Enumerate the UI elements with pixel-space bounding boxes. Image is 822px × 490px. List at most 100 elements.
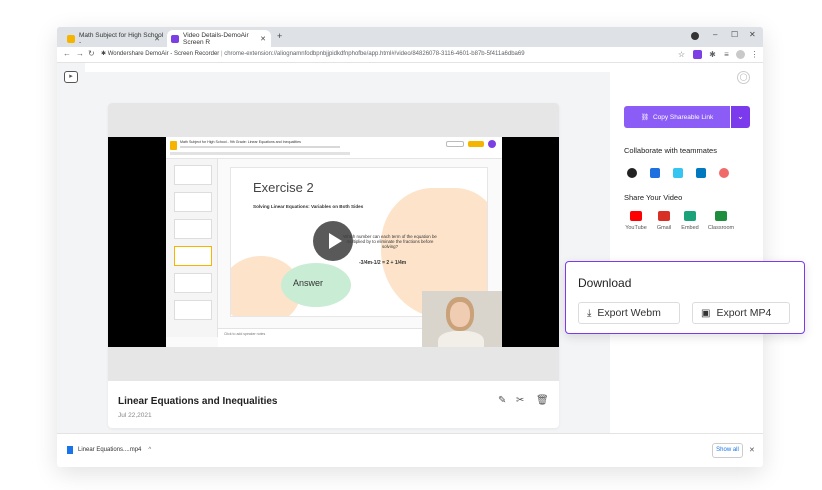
close-download-bar-icon[interactable]: ✕ [749, 446, 755, 454]
share-classroom[interactable]: Classroom [704, 211, 738, 231]
video-card: Math Subject for High School - 9th Grade… [108, 103, 559, 428]
trello-icon[interactable] [696, 168, 706, 178]
download-chevron-icon[interactable]: ^ [148, 447, 151, 453]
export-mp4-button[interactable]: ▣ Export MP4 [692, 302, 790, 324]
slide-subheading: Solving Linear Equations: Variables on B… [253, 204, 364, 209]
webcam-overlay [422, 291, 502, 347]
slack-icon[interactable] [673, 168, 683, 178]
site-icon: ✱ [101, 51, 108, 57]
bookmark-star-icon[interactable]: ☆ [677, 50, 686, 59]
edit-pencil-icon[interactable]: ✎ [498, 395, 506, 406]
thumbnail [174, 165, 212, 185]
jira-icon[interactable] [650, 168, 660, 178]
share-label: Embed [681, 225, 699, 231]
close-tab-icon[interactable]: ✕ [260, 35, 266, 43]
left-rail: ▸ [57, 63, 85, 433]
tab-video-details[interactable]: Video Details-DemoAir Screen R ✕ [167, 30, 271, 47]
copy-link-label: Copy Shareable Link [652, 113, 714, 121]
github-icon[interactable] [627, 168, 637, 178]
export-webm-label: Export Webm [597, 307, 661, 319]
share-label: Classroom [707, 225, 735, 231]
asana-icon[interactable] [719, 168, 729, 178]
minimize-button[interactable]: – [713, 30, 717, 39]
video-player[interactable]: Math Subject for High School - 9th Grade… [108, 137, 559, 347]
delete-trash-icon[interactable]: 🗑 [536, 395, 549, 406]
export-webm-button[interactable]: ⤓ Export Webm [578, 302, 680, 324]
copy-link-dropdown-icon[interactable]: ⌄ [731, 106, 750, 128]
link-icon: ⛓ [640, 114, 649, 121]
thumbnail [174, 192, 212, 212]
menu-kebab-icon[interactable]: ⋮ [750, 50, 759, 59]
download-bar: Linear Equations....mp4 ^ Show all ✕ [57, 433, 763, 467]
thumbnail-selected [174, 246, 212, 266]
mp4-file-icon: ▣ [701, 307, 711, 319]
slides-menu-bar [180, 146, 340, 148]
presenter-shirt [438, 331, 484, 347]
extensions-icon[interactable]: ✱ [708, 50, 717, 59]
address-bar[interactable]: ✱ Wondershare DemoAir - Screen Recorder … [101, 50, 525, 57]
share-panel: ◯ ⛓ Copy Shareable Link ⌄ Collaborate wi… [610, 63, 763, 433]
copy-link-button[interactable]: ⛓ Copy Shareable Link [624, 106, 730, 128]
gmail-icon [658, 211, 670, 221]
slide-thumbnails [166, 159, 218, 337]
video-date: Jul 22,2021 [118, 412, 152, 419]
maximize-button[interactable]: ☐ [731, 30, 738, 39]
video-library-icon[interactable]: ▸ [64, 71, 78, 83]
export-mp4-label: Export MP4 [716, 307, 772, 319]
reading-list-icon[interactable]: ≡ [722, 50, 731, 59]
browser-window: Math Subject for High School - ✕ Video D… [57, 27, 763, 467]
download-item[interactable]: Linear Equations....mp4 ^ [67, 446, 151, 454]
youtube-icon [630, 211, 642, 221]
download-filename: Linear Equations....mp4 [78, 447, 142, 453]
slide-heading: Exercise 2 [253, 180, 314, 195]
new-tab-button[interactable]: + [277, 31, 282, 41]
share-label: YouTube [625, 225, 647, 231]
thumbnail [174, 219, 212, 239]
top-strip [85, 63, 610, 72]
close-window-button[interactable]: ✕ [749, 30, 756, 39]
slides-toolbar [170, 152, 350, 155]
share-title: Share Your Video [624, 193, 683, 202]
user-avatar-icon[interactable]: ◯ [737, 71, 750, 84]
profile-dot-icon[interactable] [691, 32, 699, 40]
tab-strip: Math Subject for High School - ✕ Video D… [57, 27, 763, 47]
slides-favicon-icon [67, 34, 75, 43]
share-embed[interactable]: Embed [676, 211, 704, 231]
reload-icon[interactable]: ↻ [88, 49, 95, 58]
share-gmail[interactable]: Gmail [650, 211, 678, 231]
thumbnail [174, 273, 212, 293]
close-tab-icon[interactable]: ✕ [154, 35, 160, 43]
download-popover: Download ⤓ Export Webm ▣ Export MP4 [565, 261, 805, 334]
forward-icon[interactable]: → [76, 49, 84, 58]
user-avatar [488, 140, 496, 148]
address-toolbar: ← → ↻ ✱ Wondershare DemoAir - Screen Rec… [57, 47, 763, 63]
collaborate-title: Collaborate with teammates [624, 146, 717, 155]
slide-equation: -3/4m-1/2 = 2 + 1/4m [359, 260, 407, 266]
slides-header: Math Subject for High School - 9th Grade… [166, 137, 502, 159]
tab-math-subject[interactable]: Math Subject for High School - ✕ [63, 30, 165, 47]
present-button [446, 141, 464, 147]
slides-doc-title: Math Subject for High School - 9th Grade… [180, 140, 301, 144]
play-button[interactable] [313, 221, 353, 261]
demoair-favicon-icon [171, 34, 179, 43]
classroom-icon [715, 211, 727, 221]
show-all-button[interactable]: Show all [712, 443, 743, 458]
thumbnail [174, 300, 212, 320]
demoair-extension-icon[interactable] [693, 50, 702, 59]
url-prefix: Wondershare DemoAir - Screen Recorder [107, 51, 220, 57]
app-area: ▸ Math Subject for High School - 9th Gra… [57, 63, 763, 433]
play-icon [329, 233, 342, 249]
share-button [468, 141, 484, 147]
video-title: Linear Equations and Inequalities [118, 396, 278, 407]
share-youtube[interactable]: YouTube [622, 211, 650, 231]
account-avatar-icon[interactable] [736, 50, 745, 59]
download-arrow-icon: ⤓ [587, 307, 592, 319]
embed-icon [684, 211, 696, 221]
trim-scissors-icon[interactable]: ✂ [516, 395, 524, 406]
back-icon[interactable]: ← [63, 49, 71, 58]
download-title: Download [578, 276, 632, 290]
presenter-face [450, 302, 470, 327]
slide-question: Which number can each term of the equati… [343, 234, 437, 249]
speaker-notes-placeholder: Click to add speaker notes [224, 332, 266, 336]
url-text: chrome-extension://aliognamnfodbpnbjjpid… [224, 51, 525, 57]
